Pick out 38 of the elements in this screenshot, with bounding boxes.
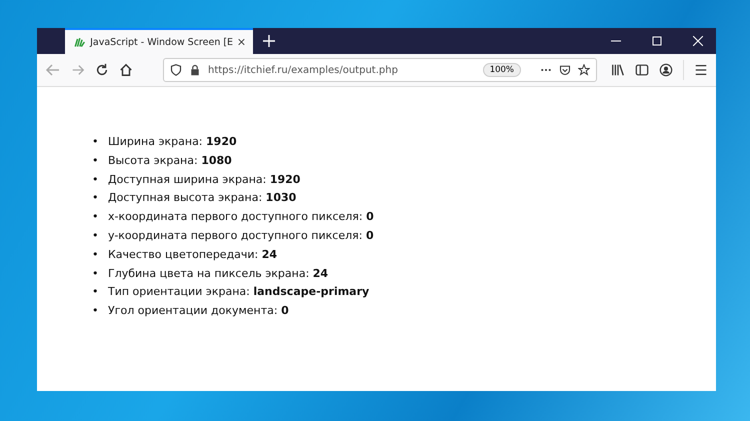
bullet: • <box>92 266 100 282</box>
screen-property-text: Угол ориентации документа: 0 <box>108 303 289 320</box>
bullet: • <box>92 303 100 320</box>
screen-property-text: Тип ориентации экрана: landscape-primary <box>108 284 370 300</box>
screen-property-text: Доступная высота экрана: 1030 <box>108 190 296 206</box>
bullet: • <box>92 190 100 206</box>
pocket-icon[interactable] <box>559 64 571 76</box>
lock-icon <box>189 64 201 76</box>
bullet: • <box>92 228 100 244</box>
bullet: • <box>92 284 100 300</box>
sidebar-icon[interactable] <box>635 63 649 77</box>
close-icon[interactable] <box>238 38 245 46</box>
screen-property-text: Доступная ширина экрана: 1920 <box>108 172 300 188</box>
url-text: https://itchief.ru/examples/output.php <box>208 64 399 76</box>
screen-property-text: Глубина цвета на пиксель экрана: 24 <box>108 266 328 282</box>
menu-icon[interactable] <box>694 63 708 77</box>
bullet: • <box>92 134 100 150</box>
bullet: • <box>92 246 100 263</box>
bullet: • <box>92 209 100 226</box>
address-bar[interactable]: https://itchief.ru/examples/output.php 100% <box>163 58 597 82</box>
library-icon[interactable] <box>611 63 625 77</box>
screen-property-text: Ширина экрана: 1920 <box>108 134 237 150</box>
new-tab-icon[interactable] <box>263 35 275 47</box>
screen-property-text: y-координата первого доступного пикселя: 0 <box>108 228 374 244</box>
shield-icon <box>170 64 182 76</box>
screen-property-text: Качество цветопередачи: 24 <box>108 246 278 263</box>
tab-title: JavaScript - Window Screen [E <box>90 36 234 48</box>
reload-icon[interactable] <box>95 63 109 77</box>
maximize-icon[interactable] <box>652 36 662 46</box>
bullet: • <box>92 172 100 188</box>
account-icon[interactable] <box>659 63 673 77</box>
zoom-badge[interactable]: 100% <box>482 63 521 77</box>
screen-property-text: Высота экрана: 1080 <box>108 152 232 169</box>
home-icon[interactable] <box>119 63 133 77</box>
bullet: • <box>92 152 100 169</box>
star-icon[interactable] <box>578 64 590 76</box>
screen-property-text: x-координата первого доступного пикселя: 0 <box>108 209 374 226</box>
browser-tab[interactable]: JavaScript - Window Screen [E <box>65 28 253 54</box>
